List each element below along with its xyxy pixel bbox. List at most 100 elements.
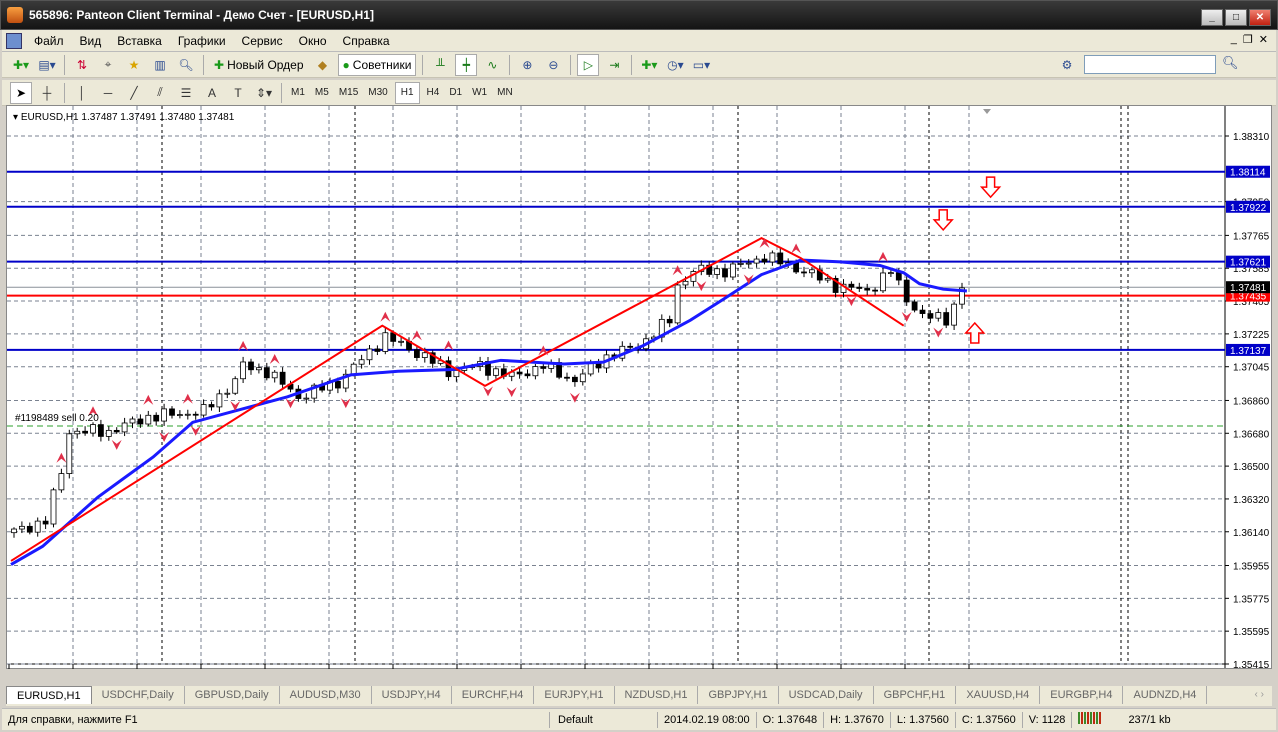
price-tick-label: 1.36140 [1233, 528, 1270, 539]
candle [619, 341, 626, 362]
timeframe-m5[interactable]: M5 [310, 87, 334, 98]
chart-tab[interactable]: EURCHF,H4 [452, 686, 535, 704]
channel-icon[interactable]: ⫽ [149, 82, 171, 104]
new-chart-icon[interactable]: ✚▾ [10, 54, 32, 76]
timeframe-d1[interactable]: D1 [444, 87, 467, 98]
candlestick-chart-icon[interactable]: ┿ [455, 53, 478, 76]
mdi-restore-button[interactable]: ❐ [1243, 33, 1253, 46]
close-button[interactable]: ✕ [1249, 9, 1271, 26]
menu-file[interactable]: Файл [26, 34, 72, 48]
fibonacci-icon[interactable]: ☰ [175, 82, 197, 104]
cursor-icon[interactable]: ➤ [10, 81, 32, 104]
trade-label: #1198489 sell 0.20 [15, 413, 99, 424]
text-label-icon[interactable]: T [227, 82, 249, 104]
menu-insert[interactable]: Вставка [109, 34, 170, 48]
chart-tab[interactable]: AUDUSD,M30 [280, 686, 372, 704]
candle-body [240, 361, 247, 380]
candle [342, 369, 349, 393]
menu-help[interactable]: Справка [335, 34, 398, 48]
terminal-icon[interactable]: ▥ [149, 54, 171, 76]
timeframe-w1[interactable]: W1 [467, 87, 492, 98]
timeframe-mn[interactable]: MN [492, 87, 518, 98]
chart-tab[interactable]: NZDUSD,H1 [615, 686, 699, 704]
horizontal-line-icon[interactable]: ─ [97, 82, 119, 104]
chart-tab[interactable]: USDCAD,Daily [779, 686, 874, 704]
timeframe-h1[interactable]: H1 [394, 81, 420, 104]
mdi-close-button[interactable]: ✕ [1259, 33, 1268, 46]
chart-tab[interactable]: EURUSD,H1 [6, 686, 92, 704]
fractal-down-icon [483, 386, 493, 397]
text-icon[interactable]: A [201, 82, 223, 104]
experts-button[interactable]: ● Советники [337, 53, 417, 76]
menu-view[interactable]: Вид [72, 34, 110, 48]
candle-body [745, 262, 752, 265]
menu-charts[interactable]: Графики [170, 34, 234, 48]
search-icon[interactable]: 🔍︎ [1222, 55, 1240, 74]
navigator-icon[interactable]: ★ [123, 54, 145, 76]
settings-gear-icon[interactable]: ⚙ [1056, 54, 1078, 76]
title-bar: 565896: Panteon Client Terminal - Демо С… [0, 0, 1278, 30]
candle [255, 363, 262, 374]
metaeditor-icon[interactable]: ◆ [312, 54, 334, 76]
timeframe-m15[interactable]: M15 [334, 87, 363, 98]
candle [579, 368, 586, 386]
candle-body [674, 284, 681, 324]
chart-tab[interactable]: AUDNZD,H4 [1123, 686, 1208, 704]
crosshair-icon[interactable]: ⌖ [97, 54, 119, 76]
autoscroll-icon[interactable]: ▷ [577, 53, 600, 76]
templates-icon[interactable]: ▭▾ [690, 54, 712, 76]
chart-shift-icon[interactable]: ⇥ [603, 54, 625, 76]
candle-body [232, 378, 239, 394]
menu-window[interactable]: Окно [291, 34, 335, 48]
menu-tools[interactable]: Сервис [234, 34, 291, 48]
timeframe-h4[interactable]: H4 [422, 87, 445, 98]
candle-body [42, 520, 49, 525]
maximize-button[interactable]: □ [1225, 9, 1247, 26]
arrows-icon[interactable]: ⇕▾ [253, 82, 275, 104]
minimize-button[interactable]: _ [1201, 9, 1223, 26]
periods-icon[interactable]: ◷▾ [664, 54, 686, 76]
candle [82, 426, 88, 436]
tab-scroll-arrows[interactable]: ‹ › [1255, 689, 1264, 700]
candle [919, 305, 926, 319]
timeframe-m1[interactable]: M1 [286, 87, 310, 98]
mdi-minimize-button[interactable]: _ [1231, 33, 1237, 46]
fractal-up-icon [269, 353, 280, 364]
market-watch-icon[interactable]: ⇅ [71, 54, 93, 76]
new-order-button[interactable]: ✚ Новый Ордер [210, 54, 308, 76]
zoom-out-icon[interactable]: ⊖ [542, 54, 564, 76]
trendline-icon[interactable]: ╱ [123, 82, 145, 104]
strategy-tester-icon[interactable]: 🔍︎ [175, 54, 197, 76]
candle [524, 369, 531, 379]
timeframe-m30[interactable]: M30 [363, 87, 392, 98]
line-chart-icon[interactable]: ∿ [481, 54, 503, 76]
zoom-in-icon[interactable]: ⊕ [516, 54, 538, 76]
search-input[interactable] [1084, 55, 1216, 74]
crosshair-tool-icon[interactable]: ┼ [36, 82, 58, 104]
status-open: O: 1.37648 [757, 711, 825, 728]
candle-body [824, 277, 831, 281]
bar-chart-icon[interactable]: ╨ [429, 54, 451, 76]
chart-tab[interactable]: XAUUSD,H4 [956, 686, 1041, 704]
chart-tab[interactable]: EURGBP,H4 [1040, 686, 1124, 704]
candle-body [911, 301, 918, 311]
chart-doc-icon[interactable] [6, 32, 22, 49]
candle [208, 401, 215, 411]
chart-tab[interactable]: GBPJPY,H1 [698, 686, 779, 704]
vertical-line-icon[interactable]: │ [71, 82, 93, 104]
chart-tab[interactable]: USDCHF,Daily [92, 686, 185, 704]
chart-tab[interactable]: GBPUSD,Daily [185, 686, 280, 704]
chart-window[interactable]: 1.383101.379501.377651.375851.374051.372… [6, 105, 1273, 670]
fractal-up-icon [380, 311, 391, 322]
indicators-icon[interactable]: ✚▾ [638, 54, 660, 76]
candle-body [935, 312, 942, 319]
chart-tab[interactable]: EURJPY,H1 [534, 686, 615, 704]
chart-tab[interactable]: GBPCHF,H1 [874, 686, 957, 704]
price-chart[interactable]: 1.383101.379501.377651.375851.374051.372… [7, 106, 1273, 670]
candle-body [730, 263, 736, 278]
candle [232, 376, 239, 396]
candle-body [366, 348, 373, 361]
candle [564, 372, 570, 382]
chart-tab[interactable]: USDJPY,H4 [372, 686, 452, 704]
profiles-icon[interactable]: ▤▾ [36, 54, 58, 76]
